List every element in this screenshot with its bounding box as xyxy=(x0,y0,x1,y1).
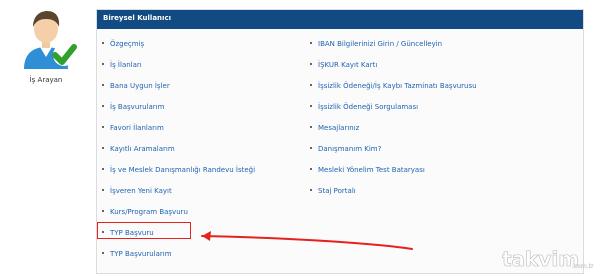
annotation-arrow-icon xyxy=(201,231,413,250)
watermark-domain: .com.tr xyxy=(572,263,594,270)
watermark-text: takvim xyxy=(502,247,579,271)
takvim-logo-icon: takvim .com.tr xyxy=(502,247,594,271)
